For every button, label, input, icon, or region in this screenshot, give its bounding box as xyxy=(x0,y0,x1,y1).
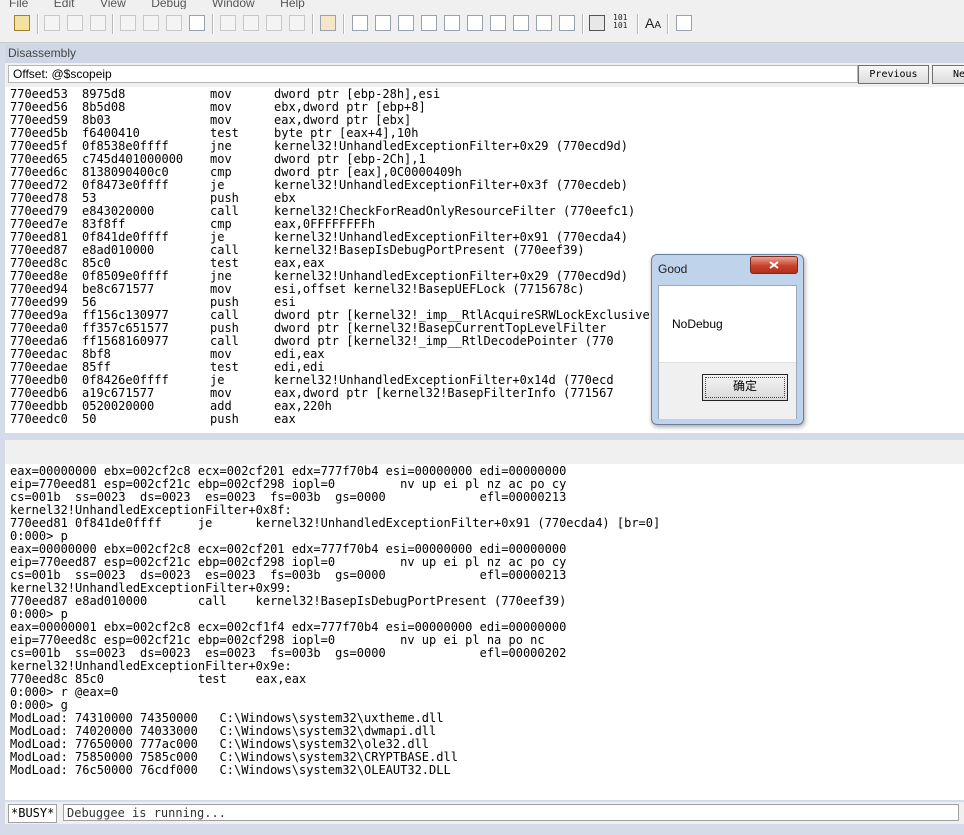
menu-window[interactable]: Window xyxy=(212,0,255,9)
toolbar-separator xyxy=(667,14,669,34)
disassembly-address: 770eedc0 xyxy=(10,412,68,426)
previous-button[interactable]: Previous xyxy=(858,65,929,84)
offset-value: @$scopeip xyxy=(51,67,112,81)
next-button[interactable]: Next xyxy=(932,65,964,84)
window-bottom-border xyxy=(0,825,964,835)
step-over-icon[interactable] xyxy=(243,15,259,31)
disassembly-title: Disassembly xyxy=(5,44,964,63)
call-stack-window-icon[interactable] xyxy=(467,15,483,31)
toolbar-separator xyxy=(37,14,39,34)
disassembly-line[interactable]: 770eed59 8b03 mov eax,dword ptr [ebx] xyxy=(10,114,960,127)
font-icon[interactable]: AA xyxy=(645,16,661,33)
registers-window-icon[interactable] xyxy=(421,15,437,31)
paste-icon[interactable] xyxy=(90,15,106,31)
menu-bar: File Edit View Debug Window Help xyxy=(0,0,964,9)
disassembly-line[interactable]: 770eed56 8b5d08 mov ebx,dword ptr [ebp+8] xyxy=(10,101,960,114)
command-output: eax=00000000 ebx=002cf2c8 ecx=002cf201 e… xyxy=(10,465,660,777)
toolbar-separator xyxy=(112,14,114,34)
dialog-message: NoDebug xyxy=(672,317,723,331)
menu-debug[interactable]: Debug xyxy=(151,0,186,9)
ok-button[interactable]: 确定 xyxy=(702,374,788,401)
processes-threads-icon[interactable] xyxy=(536,15,552,31)
menu-edit[interactable]: Edit xyxy=(54,0,75,9)
disassembly-line[interactable]: 770eedac 8bf8 mov edi,eax xyxy=(10,348,960,361)
scratch-pad-icon[interactable] xyxy=(513,15,529,31)
disassembly-window-icon[interactable] xyxy=(490,15,506,31)
toolbar-separator xyxy=(212,14,214,34)
disassembly-line[interactable]: 770eed94 be8c671577 mov esi,offset kernel32… xyxy=(10,283,960,296)
toolbar-separator xyxy=(312,14,314,34)
hand-icon[interactable] xyxy=(320,15,336,31)
menu-file[interactable]: File xyxy=(9,0,28,9)
disassembly-operands: esi,offset kernel32!BasepUEFLock (771567… xyxy=(274,282,585,296)
offset-row: Offset: @$scopeip Previous Next xyxy=(5,63,964,87)
good-dialog: Good NoDebug 确定 xyxy=(651,254,804,425)
dialog-title: Good xyxy=(658,262,688,276)
command-output-line: 0:000> r @eax=0 xyxy=(10,685,119,699)
dialog-footer: 确定 xyxy=(659,362,796,419)
disassembly-line[interactable]: 770eeda6 ff1568160977 call dword ptr [kerne… xyxy=(10,335,960,348)
memory-window-icon[interactable] xyxy=(444,15,460,31)
step-into-icon[interactable] xyxy=(220,15,236,31)
command-output-line: 770eed81 0f841de0ffff je kernel32!Unhand… xyxy=(10,516,661,530)
disassembly-line[interactable]: 770eed87 e8ad010000 call kernel32!BasepIsDe… xyxy=(10,244,960,257)
offset-label: Offset: xyxy=(13,67,49,81)
copy-icon[interactable] xyxy=(67,15,83,31)
toolbar-separator xyxy=(637,14,639,34)
disassembly-operands: eax xyxy=(274,412,296,426)
close-button[interactable] xyxy=(750,256,798,274)
status-bar: *BUSY* Debuggee is running... xyxy=(5,802,964,824)
busy-indicator: *BUSY* xyxy=(8,804,58,823)
command-output-line: ModLoad: 76c50000 76cdf000 C:\Windows\sy… xyxy=(10,763,451,777)
disassembly-line[interactable]: 770eedbb 0520020000 add eax,220h xyxy=(10,400,960,413)
offset-field[interactable]: Offset: @$scopeip xyxy=(8,65,858,83)
restart-icon[interactable] xyxy=(143,15,159,31)
disassembly-opcode-bytes: 50 xyxy=(82,412,97,426)
close-icon xyxy=(769,261,779,269)
step-out-icon[interactable] xyxy=(266,15,282,31)
dialog-body: NoDebug 确定 xyxy=(658,285,797,419)
command-output-line: 770eed87 e8ad010000 call kernel32!BasepI… xyxy=(10,594,567,608)
go-icon[interactable] xyxy=(120,15,136,31)
disassembly-line[interactable]: 770eedc0 50 push eax xyxy=(10,413,960,426)
menu-view[interactable]: View xyxy=(100,0,126,9)
disassembly-line[interactable]: 770eed53 8975d8 mov dword ptr [ebp-28h],esi xyxy=(10,88,960,101)
disassembly-window: Disassembly Offset: @$scopeip Previous N… xyxy=(5,44,964,433)
watch-window-icon[interactable] xyxy=(375,15,391,31)
stop-debugging-icon[interactable] xyxy=(166,15,182,31)
command-window: eax=00000000 ebx=002cf2c8 ecx=002cf201 e… xyxy=(5,440,964,800)
locals-window-icon[interactable] xyxy=(398,15,414,31)
command-title-strip xyxy=(5,440,964,464)
break-icon[interactable] xyxy=(189,15,205,31)
command-input[interactable]: Debuggee is running... xyxy=(63,804,959,821)
help-contents-icon[interactable] xyxy=(676,15,692,31)
disassembly-operands: kernel32!UnhandledExceptionFilter+0x3f (… xyxy=(274,178,629,192)
disassembly-mnemonic: push xyxy=(210,412,239,426)
source-mode-icon[interactable] xyxy=(589,15,605,31)
command-window-icon[interactable] xyxy=(352,15,368,31)
options-icon[interactable] xyxy=(559,15,575,31)
toolbar-separator xyxy=(582,14,584,34)
open-folder-icon[interactable] xyxy=(14,15,30,31)
toolbar-separator xyxy=(343,14,345,34)
run-to-cursor-icon[interactable] xyxy=(289,15,305,31)
disassembly-operands: dword ptr [kernel32!_imp__RtlDecodePoint… xyxy=(274,334,614,348)
cut-icon[interactable] xyxy=(44,15,60,31)
toolbar: 101 101 AA xyxy=(0,9,964,43)
disassembly-listing: 770eed53 8975d8 mov dword ptr [ebp-28h],esi… xyxy=(10,88,960,426)
hex-display-icon[interactable]: 101 101 xyxy=(613,14,633,30)
disassembly-line[interactable]: 770eed72 0f8473e0ffff je kernel32!Unhandled… xyxy=(10,179,960,192)
disassembly-line[interactable]: 770eed79 e843020000 call kernel32!CheckForR… xyxy=(10,205,960,218)
menu-help[interactable]: Help xyxy=(280,0,305,9)
